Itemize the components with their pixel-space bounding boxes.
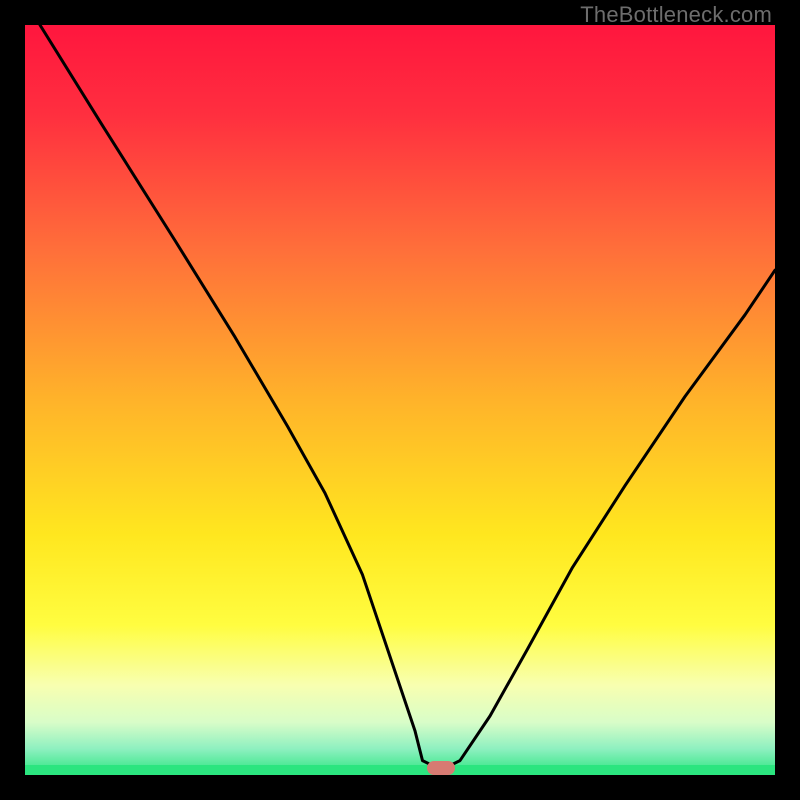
gradient-background (25, 25, 775, 775)
watermark-text: TheBottleneck.com (580, 2, 772, 28)
chart-plot (25, 25, 775, 775)
baseline-band (25, 765, 775, 775)
chart-frame (25, 25, 775, 775)
optimal-marker (427, 761, 455, 775)
